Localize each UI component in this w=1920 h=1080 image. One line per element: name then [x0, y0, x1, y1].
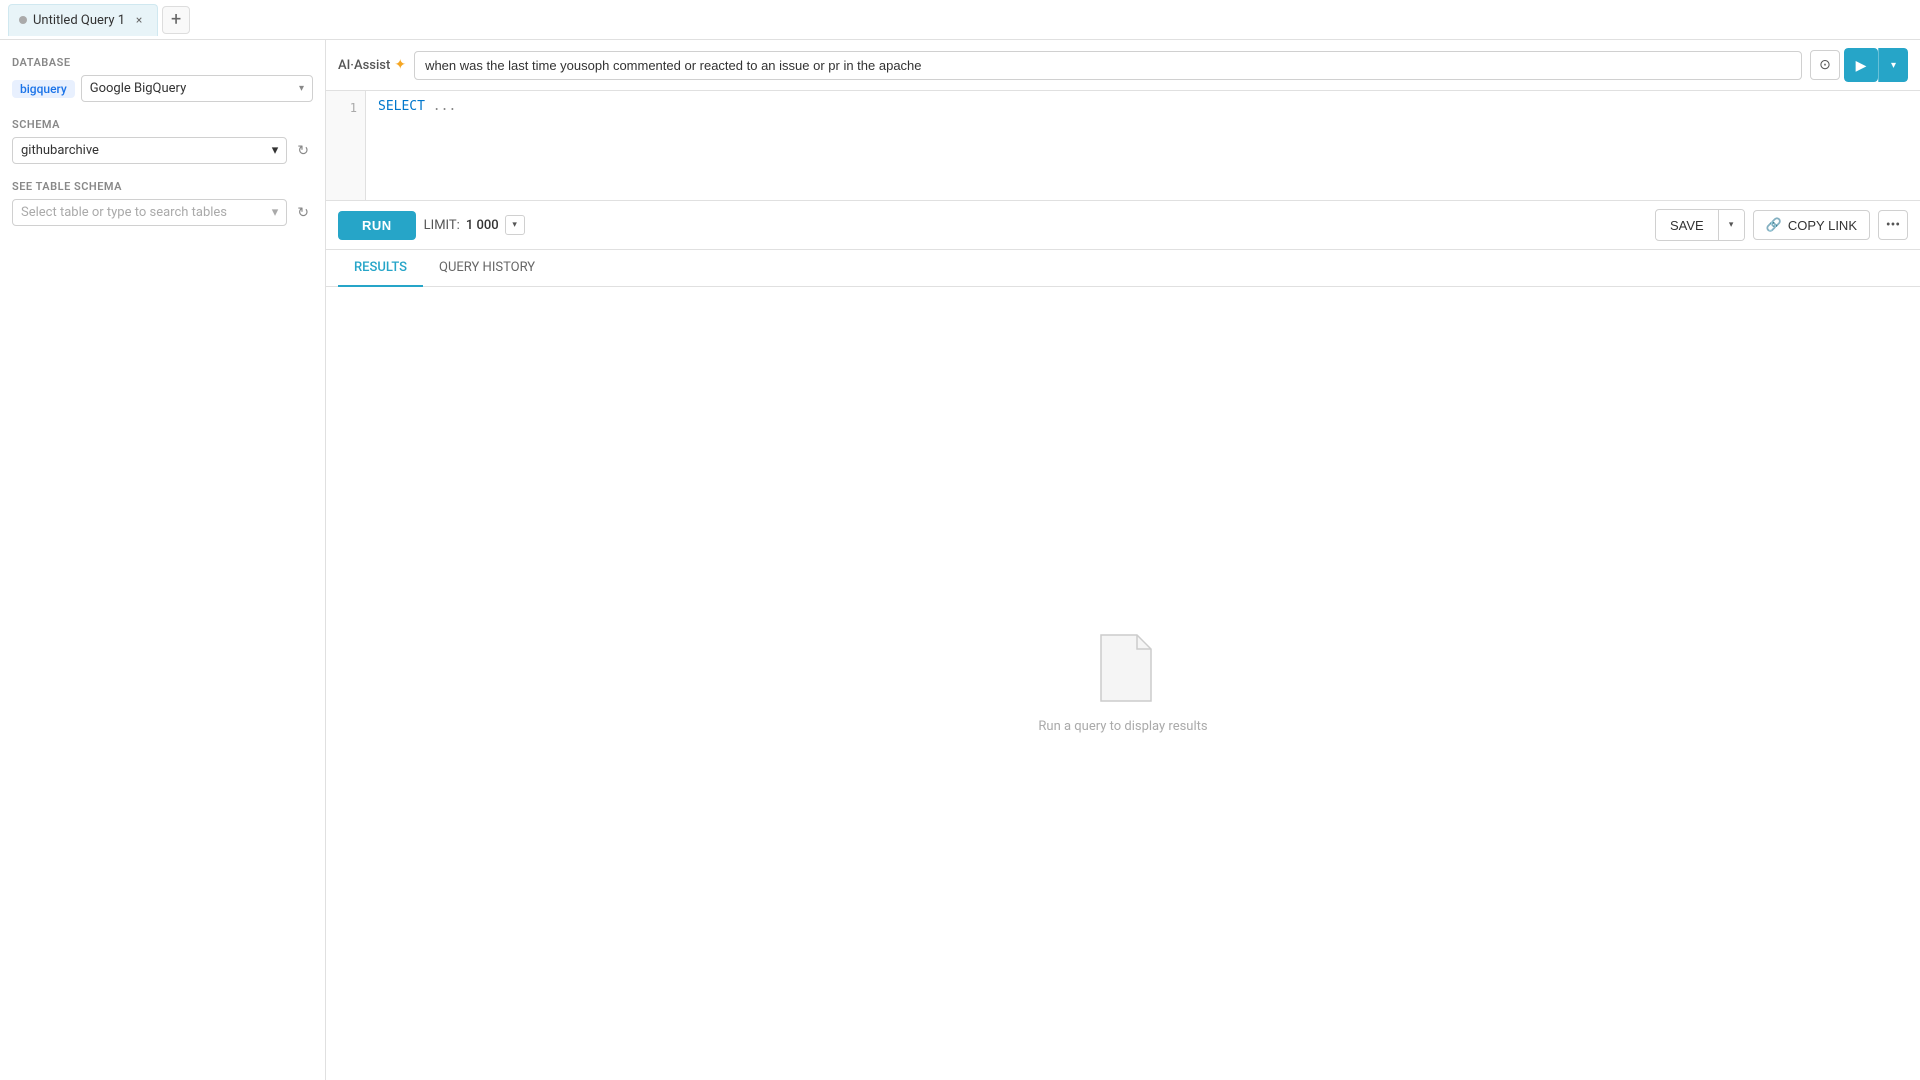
database-label: DATABASE: [12, 56, 313, 69]
ai-assist-input[interactable]: [414, 51, 1802, 80]
sidebar: DATABASE bigquery Google BigQuery ▾ SCHE…: [0, 40, 326, 1080]
sql-content[interactable]: SELECT ...: [366, 91, 1920, 200]
schema-dropdown[interactable]: githubarchive ▾: [12, 137, 287, 164]
tab-query-history[interactable]: QUERY HISTORY: [423, 250, 551, 287]
table-schema-section: SEE TABLE SCHEMA Select table or type to…: [12, 180, 313, 226]
save-dropdown-button[interactable]: ▾: [1718, 210, 1744, 240]
database-value: Google BigQuery: [90, 81, 187, 96]
query-tab[interactable]: Untitled Query 1 ×: [8, 4, 158, 36]
schema-value: githubarchive: [21, 143, 99, 158]
tab-title: Untitled Query 1: [33, 13, 125, 28]
schema-refresh-icon[interactable]: ↻: [293, 139, 313, 163]
db-tag-badge: bigquery: [12, 80, 75, 98]
query-toolbar: RUN LIMIT: 1 000 ▾ SAVE ▾ 🔗 COPY LINK: [326, 201, 1920, 250]
sql-editor: 1 SELECT ...: [326, 91, 1920, 201]
see-table-label: SEE TABLE SCHEMA: [12, 180, 313, 193]
results-section: RESULTS QUERY HISTORY Run a query to dis…: [326, 250, 1920, 1080]
table-search-chevron-icon: ▾: [272, 205, 279, 220]
empty-state-text: Run a query to display results: [1038, 719, 1207, 734]
ai-assist-label: AI·Assist ✦: [338, 57, 406, 73]
schema-chevron-icon: ▾: [272, 143, 279, 158]
schema-section: SCHEMA githubarchive ▾ ↻: [12, 118, 313, 164]
limit-chevron-icon[interactable]: ▾: [505, 215, 525, 235]
ai-assist-bar: AI·Assist ✦ ⊙ ▶ ▾: [326, 40, 1920, 91]
table-search-placeholder: Select table or type to search tables: [21, 205, 227, 220]
empty-state-icon: [1093, 633, 1153, 703]
copy-link-button[interactable]: 🔗 COPY LINK: [1753, 210, 1870, 240]
main-layout: DATABASE bigquery Google BigQuery ▾ SCHE…: [0, 40, 1920, 1080]
ai-clear-icon: ⊙: [1819, 57, 1831, 73]
limit-value: 1 000: [466, 218, 499, 233]
ai-assist-text: AI·Assist: [338, 58, 390, 73]
ai-star-icon: ✦: [394, 57, 406, 73]
ai-actions: ⊙ ▶ ▾: [1810, 48, 1908, 82]
empty-state: Run a query to display results: [326, 287, 1920, 1080]
ai-submit-icon: ▶: [1856, 57, 1867, 74]
tab-close-button[interactable]: ×: [131, 12, 147, 28]
limit-label: LIMIT:: [424, 218, 460, 233]
table-search-dropdown[interactable]: Select table or type to search tables ▾: [12, 199, 287, 226]
new-tab-button[interactable]: +: [162, 6, 190, 34]
sql-keyword: SELECT: [378, 99, 425, 114]
save-button-group: SAVE ▾: [1655, 209, 1745, 241]
more-options-icon: •••: [1886, 217, 1900, 233]
database-select-row: bigquery Google BigQuery ▾: [12, 75, 313, 102]
link-icon: 🔗: [1766, 217, 1782, 233]
save-button[interactable]: SAVE: [1656, 212, 1718, 239]
database-chevron-icon: ▾: [299, 83, 304, 94]
content-area: AI·Assist ✦ ⊙ ▶ ▾ 1: [326, 40, 1920, 1080]
run-button[interactable]: RUN: [338, 211, 416, 240]
tab-status-dot: [19, 16, 27, 24]
limit-group: LIMIT: 1 000 ▾: [424, 215, 525, 235]
table-refresh-icon[interactable]: ↻: [293, 201, 313, 225]
schema-label: SCHEMA: [12, 118, 313, 131]
ai-expand-icon: ▾: [1891, 60, 1896, 71]
tab-results[interactable]: RESULTS: [338, 250, 423, 287]
line-numbers: 1: [326, 91, 366, 200]
ai-submit-button[interactable]: ▶: [1844, 48, 1878, 82]
save-chevron-icon: ▾: [1729, 220, 1734, 230]
schema-select-row: githubarchive ▾ ↻: [12, 137, 313, 164]
tab-bar: Untitled Query 1 × +: [0, 0, 1920, 40]
table-search-row: Select table or type to search tables ▾ …: [12, 199, 313, 226]
results-tabs: RESULTS QUERY HISTORY: [326, 250, 1920, 287]
copy-link-label: COPY LINK: [1788, 218, 1857, 233]
ai-expand-button[interactable]: ▾: [1878, 48, 1908, 82]
ai-clear-button[interactable]: ⊙: [1810, 50, 1840, 80]
more-options-button[interactable]: •••: [1878, 210, 1908, 240]
line-number-1: 1: [326, 99, 365, 118]
database-section: DATABASE bigquery Google BigQuery ▾: [12, 56, 313, 102]
database-dropdown[interactable]: Google BigQuery ▾: [81, 75, 313, 102]
sql-ellipsis: ...: [425, 99, 456, 114]
